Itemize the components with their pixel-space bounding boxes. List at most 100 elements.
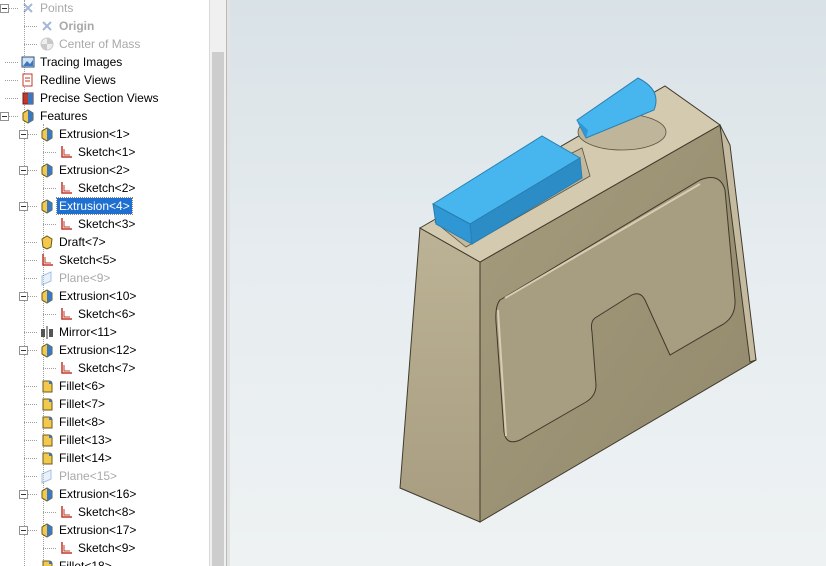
collapse-toggle[interactable] <box>19 166 28 175</box>
extrusion-icon <box>39 198 55 214</box>
tree-item[interactable]: Sketch<2> <box>0 179 209 197</box>
tree-item-label: Fillet<14> <box>59 451 112 465</box>
tree-item[interactable]: Center of Mass <box>0 35 209 53</box>
sketch-icon <box>58 306 74 322</box>
tree-item[interactable]: Draft<7> <box>0 233 209 251</box>
tree-item[interactable]: Points <box>0 0 209 17</box>
tree-item[interactable]: Fillet<18> <box>0 557 209 566</box>
tree-item[interactable]: Extrusion<16> <box>0 485 209 503</box>
tree-item[interactable]: Sketch<7> <box>0 359 209 377</box>
tree-item-label: Sketch<6> <box>78 307 136 321</box>
tree-item[interactable]: Redline Views <box>0 71 209 89</box>
collapse-toggle[interactable] <box>0 4 9 13</box>
tree-item-label: Extrusion<16> <box>59 487 137 501</box>
tree-item[interactable]: Plane<15> <box>0 467 209 485</box>
tree-item[interactable]: Fillet<8> <box>0 413 209 431</box>
tree-item-label: Features <box>40 109 88 123</box>
tree-item-label: Fillet<7> <box>59 397 106 411</box>
tree-item[interactable]: Extrusion<10> <box>0 287 209 305</box>
fillet-icon <box>39 414 55 430</box>
fillet-icon <box>39 378 55 394</box>
tree-connector <box>43 548 56 549</box>
tree-item-label: Points <box>40 1 74 15</box>
tree-item-label: Mirror<11> <box>59 325 117 339</box>
tree-item[interactable]: Fillet<13> <box>0 431 209 449</box>
tree-item[interactable]: Features <box>0 107 209 125</box>
tree-item[interactable]: Sketch<8> <box>0 503 209 521</box>
collapse-toggle[interactable] <box>19 526 28 535</box>
part-model[interactable] <box>230 0 826 566</box>
extrusion-icon <box>39 126 55 142</box>
tree-connector <box>43 314 56 315</box>
tree-item-label: Fillet<6> <box>59 379 106 393</box>
tree-connector <box>43 368 56 369</box>
tree-item-label: Extrusion<17> <box>59 523 137 537</box>
3d-viewport[interactable] <box>230 0 826 566</box>
origin-icon <box>39 18 55 34</box>
collapse-toggle[interactable] <box>19 292 28 301</box>
extrusion-icon <box>39 522 55 538</box>
extrusion-icon <box>39 486 55 502</box>
collapse-toggle[interactable] <box>19 490 28 499</box>
fillet-icon <box>39 396 55 412</box>
tree-connector <box>24 260 37 261</box>
tree-item-label: Plane<9> <box>59 271 111 285</box>
tree-connector <box>5 80 18 81</box>
tree-item[interactable]: Extrusion<17> <box>0 521 209 539</box>
tree-item[interactable]: Extrusion<12> <box>0 341 209 359</box>
feature-tree-panel[interactable]: Points Origin Center of Mass Tracing Images… <box>0 0 209 566</box>
tree-connector <box>24 476 37 477</box>
tree-item[interactable]: Fillet<7> <box>0 395 209 413</box>
redline-views-icon <box>20 72 36 88</box>
tree-item[interactable]: Mirror<11> <box>0 323 209 341</box>
tree-item[interactable]: Extrusion<1> <box>0 125 209 143</box>
tree-item-label: Origin <box>59 19 95 33</box>
sketch-icon <box>39 252 55 268</box>
sketch-icon <box>58 216 74 232</box>
tree-item[interactable]: Plane<9> <box>0 269 209 287</box>
tree-item-label: Sketch<5> <box>59 253 117 267</box>
points-icon <box>20 0 36 16</box>
tree-item-label: Extrusion<4> <box>56 197 133 215</box>
tree-item[interactable]: Fillet<6> <box>0 377 209 395</box>
tree-item-label: Extrusion<1> <box>59 127 130 141</box>
tree-item[interactable]: Sketch<1> <box>0 143 209 161</box>
tree-item[interactable]: Fillet<14> <box>0 449 209 467</box>
scrollbar-thumb[interactable] <box>212 52 224 566</box>
tree-item[interactable]: Extrusion<4> <box>0 197 209 215</box>
tree-item[interactable]: Sketch<3> <box>0 215 209 233</box>
collapse-toggle[interactable] <box>19 202 28 211</box>
tree-item[interactable]: Precise Section Views <box>0 89 209 107</box>
collapse-toggle[interactable] <box>19 130 28 139</box>
tree-connector <box>24 386 37 387</box>
features-icon <box>20 108 36 124</box>
sketch-icon <box>58 504 74 520</box>
tree-item-label: Fillet<13> <box>59 433 112 447</box>
tree-item-label: Extrusion<10> <box>59 289 137 303</box>
tree-connector <box>24 440 37 441</box>
tree-item-label: Extrusion<12> <box>59 343 137 357</box>
collapse-toggle[interactable] <box>19 346 28 355</box>
tree-item-label: Tracing Images <box>40 55 123 69</box>
tree-connector <box>24 332 37 333</box>
tree-connector <box>24 278 37 279</box>
collapse-toggle[interactable] <box>0 112 9 121</box>
tree-item[interactable]: Origin <box>0 17 209 35</box>
tree-item[interactable]: Extrusion<2> <box>0 161 209 179</box>
tree-connector <box>43 512 56 513</box>
tree-item-label: Sketch<7> <box>78 361 136 375</box>
tree-item-label: Fillet<8> <box>59 415 106 429</box>
feature-tree-scrollbar[interactable] <box>209 0 226 566</box>
tree-item[interactable]: Sketch<5> <box>0 251 209 269</box>
extrusion-icon <box>39 162 55 178</box>
extrusion-icon <box>39 288 55 304</box>
tree-item[interactable]: Sketch<6> <box>0 305 209 323</box>
tree-connector <box>5 62 18 63</box>
tree-connector <box>24 422 37 423</box>
tree-item[interactable]: Sketch<9> <box>0 539 209 557</box>
tree-connector <box>43 152 56 153</box>
tree-item[interactable]: Tracing Images <box>0 53 209 71</box>
tree-item-label: Fillet<18> <box>59 559 112 566</box>
tree-item-label: Sketch<2> <box>78 181 136 195</box>
tracing-images-icon <box>20 54 36 70</box>
